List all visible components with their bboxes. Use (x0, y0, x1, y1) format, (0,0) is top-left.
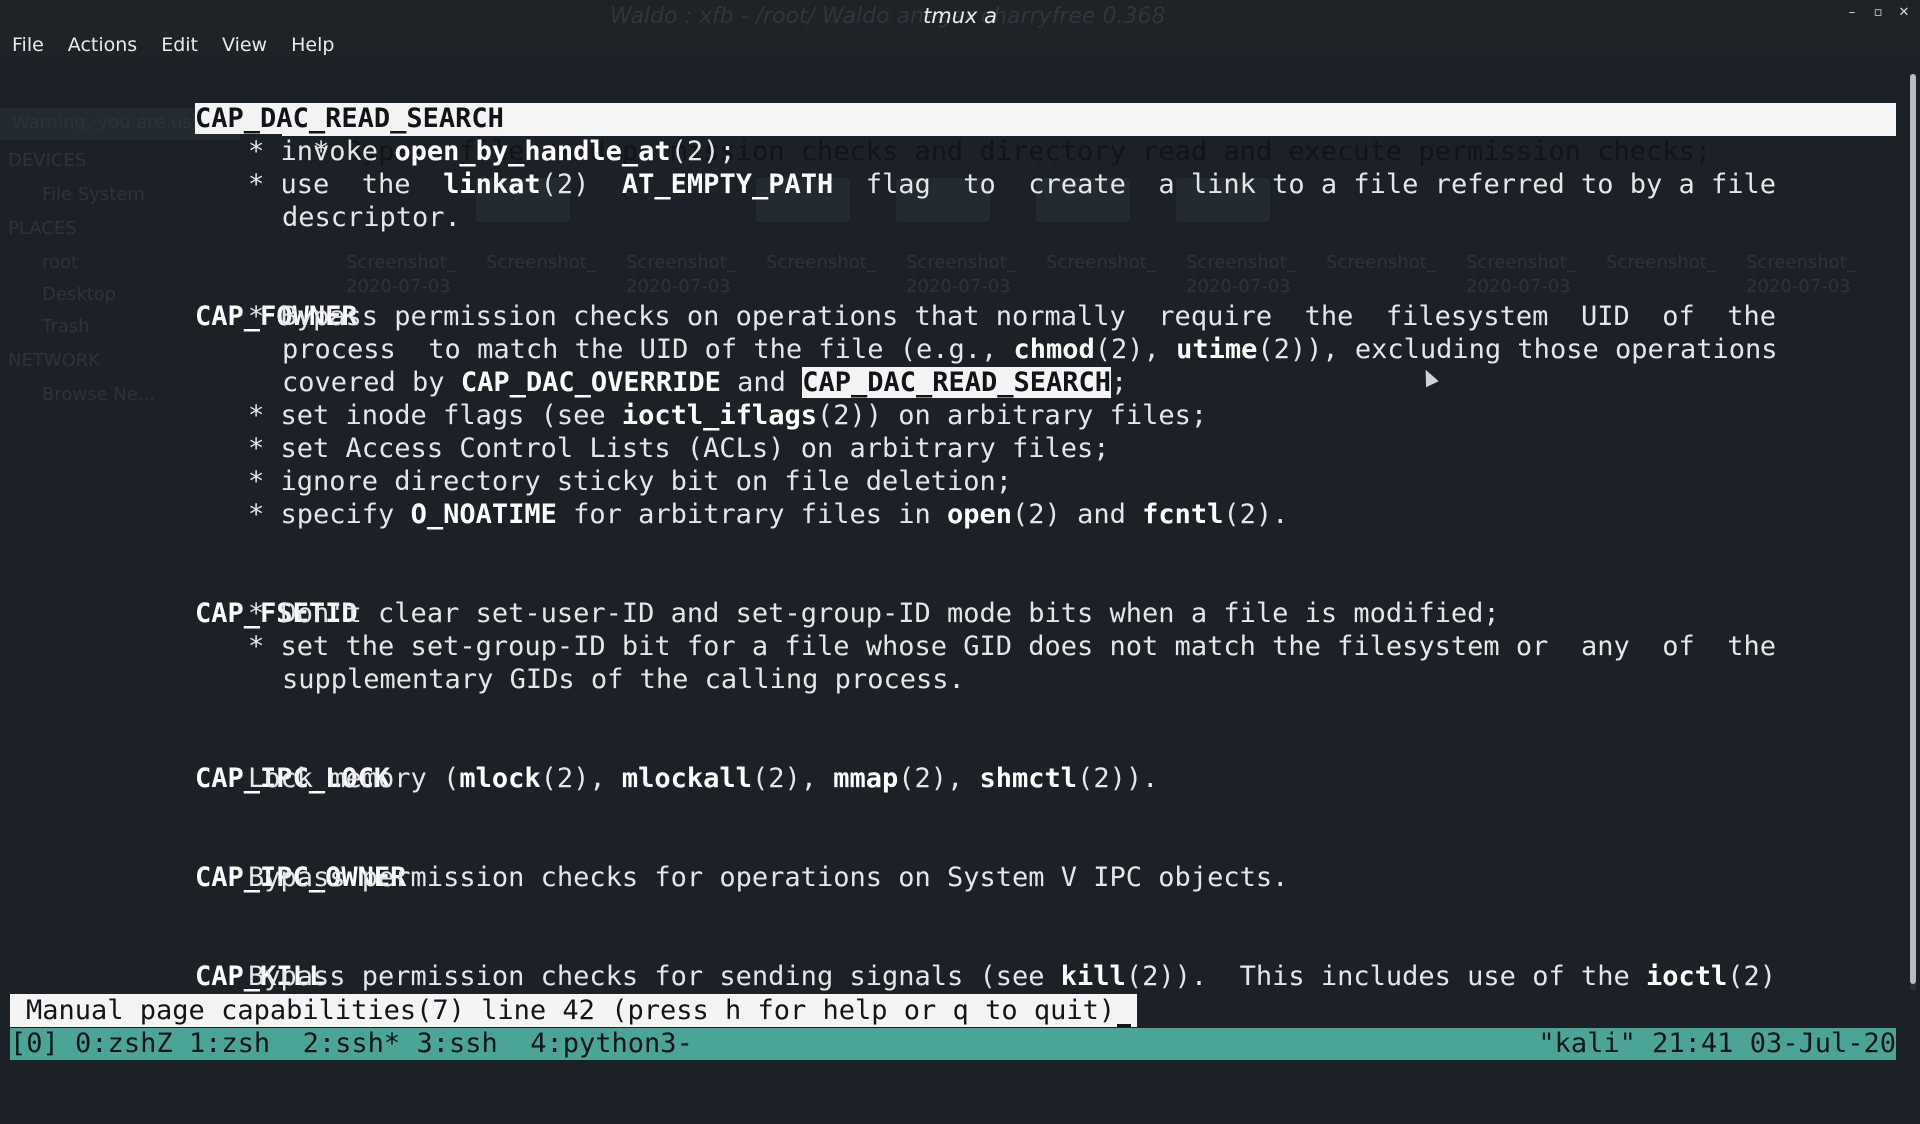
man-keyword: open (947, 499, 1013, 530)
man-line: * invoke open_by_handle_at(2); (248, 136, 736, 167)
tmux-status-right: "kali" 21:41 03-Jul-20 (1538, 1028, 1896, 1060)
man-line: descriptor. (282, 202, 461, 233)
man-keyword: mlock (459, 763, 541, 794)
man-line: supplementary GIDs of the calling proces… (282, 664, 965, 695)
man-line: * set Access Control Lists (ACLs) on arb… (248, 433, 1110, 464)
man-keyword: ioctl (1645, 961, 1728, 992)
tmux-window-2[interactable]: 2:ssh* (303, 1028, 401, 1059)
man-line: * ignore directory sticky bit on file de… (248, 466, 1013, 497)
maximize-icon[interactable]: ▫ (1870, 4, 1886, 22)
window-controls: – ▫ ✕ (1844, 4, 1912, 22)
tmux-window-0[interactable]: 0:zshZ (75, 1028, 173, 1059)
tmux-status-bar: [0] 0:zshZ 1:zsh 2:ssh* 3:ssh 4:python3-… (10, 1028, 1896, 1060)
tmux-time: 21:41 (1652, 1028, 1734, 1059)
man-keyword: fcntl (1142, 499, 1224, 530)
man-line: covered by CAP_DAC_OVERRIDE and CAP_DAC_… (282, 367, 1128, 398)
minimize-icon[interactable]: – (1844, 4, 1860, 22)
man-keyword: ioctl_iflags (621, 400, 817, 431)
man-line: * Bypass permission checks on operations… (248, 301, 1777, 332)
man-line: Lock memory (mlock(2), mlockall(2), mmap… (248, 763, 1159, 794)
man-keyword: linkat (443, 169, 541, 200)
man-keyword: CAP_DAC_OVERRIDE (460, 367, 721, 398)
man-line: Bypass permission checks for operations … (248, 862, 1289, 893)
man-keyword: chmod (1013, 334, 1095, 365)
cursor-icon (1117, 1024, 1132, 1027)
man-keyword: O_NOATIME (410, 499, 557, 530)
menu-bar: File Actions Edit View Help (0, 32, 1920, 56)
tmux-window-list: [0] 0:zshZ 1:zsh 2:ssh* 3:ssh 4:python3- (10, 1028, 693, 1060)
man-line: * Don't clear set-user-ID and set-group-… (248, 598, 1500, 629)
menu-edit[interactable]: Edit (149, 32, 210, 56)
man-page[interactable]: CAP_DAC_READ_SEARCH * Bypass file read p… (0, 69, 1900, 992)
man-keyword: shmctl (979, 763, 1078, 794)
man-keyword: mmap (833, 763, 899, 794)
scrollbar-thumb[interactable] (1910, 74, 1916, 984)
man-keyword: utime (1176, 334, 1258, 365)
menu-file[interactable]: File (0, 32, 56, 56)
tmux-window-3[interactable]: 3:ssh (416, 1028, 497, 1059)
pager-prompt[interactable]: Manual page capabilities(7) line 42 (pre… (10, 994, 1138, 1027)
menu-view[interactable]: View (210, 32, 279, 56)
tmux-session: [0] (10, 1028, 59, 1059)
tmux-host: "kali" (1538, 1028, 1636, 1059)
tmux-window-1[interactable]: 1:zsh (189, 1028, 270, 1059)
title-bar: Waldo : xfb - /root/ Waldo anager charry… (0, 0, 1920, 32)
man-line: * specify O_NOATIME for arbitrary files … (248, 499, 1289, 530)
man-keyword: AT_EMPTY_PATH (621, 169, 834, 200)
pager-prompt-text: Manual page capabilities(7) line 42 (pre… (26, 995, 1116, 1026)
man-line: * set the set-group-ID bit for a file wh… (248, 631, 1777, 662)
man-keyword: mlockall (621, 763, 752, 794)
man-line: process to match the UID of the file (e.… (282, 334, 1778, 365)
man-line: * use the linkat(2) AT_EMPTY_PATH flag t… (248, 169, 1777, 200)
menu-actions[interactable]: Actions (56, 32, 149, 56)
close-icon[interactable]: ✕ (1896, 4, 1912, 22)
window-title: tmux a (923, 4, 997, 28)
menu-help[interactable]: Help (279, 32, 346, 56)
tmux-date: 03-Jul-20 (1749, 1028, 1896, 1059)
tmux-window-4[interactable]: 4:python3- (530, 1028, 693, 1059)
man-keyword: open_by_handle_at (394, 136, 671, 167)
man-line: * set inode flags (see ioctl_iflags(2)) … (248, 400, 1208, 431)
man-keyword: kill (1060, 961, 1126, 992)
man-line: Bypass permission checks for sending sig… (248, 961, 1777, 992)
search-match: CAP_DAC_READ_SEARCH (802, 367, 1112, 398)
